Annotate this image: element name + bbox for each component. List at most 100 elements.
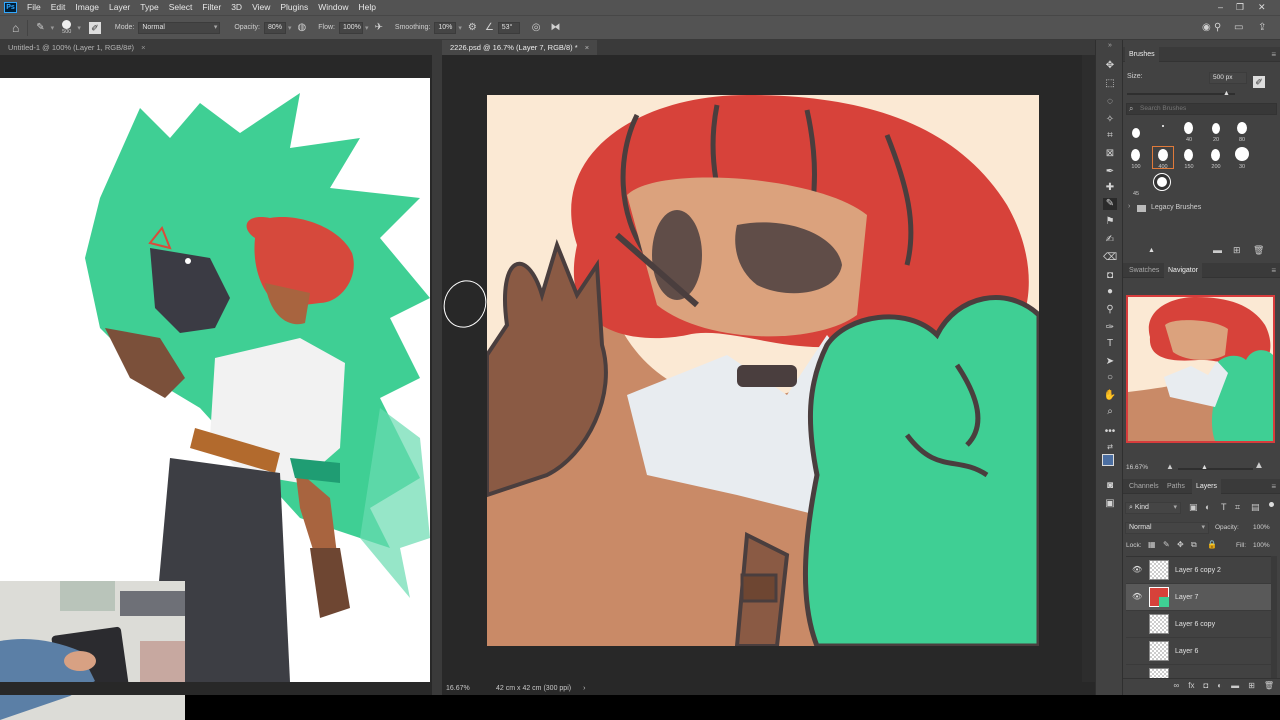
- lock-position-icon[interactable]: ✥: [1177, 540, 1184, 549]
- move-tool-icon[interactable]: ✥: [1103, 60, 1117, 72]
- swap-colors-icon[interactable]: ⇄: [1103, 442, 1117, 454]
- pressure-opacity-icon[interactable]: ◍: [298, 22, 307, 33]
- layer-row[interactable]: 👁 Layer 6 copy 2: [1126, 557, 1271, 584]
- zoom-readout[interactable]: 16.67%: [446, 682, 492, 695]
- ellipse-tool-icon[interactable]: ○: [1103, 372, 1117, 384]
- menu-file[interactable]: File: [22, 0, 46, 15]
- minimize-button[interactable]: –: [1218, 0, 1223, 15]
- clone-stamp-tool-icon[interactable]: ⚑: [1103, 216, 1117, 228]
- brush-tool-icon[interactable]: ✎: [1103, 198, 1117, 210]
- brush-search[interactable]: ⌕ Search Brushes: [1126, 103, 1277, 115]
- filter-adjustment-icon[interactable]: ◐: [1205, 502, 1210, 512]
- restore-button[interactable]: ❐: [1236, 0, 1244, 15]
- airbrush-icon[interactable]: ✈: [375, 22, 383, 33]
- zoom-tool-icon[interactable]: ⌕: [1103, 406, 1117, 418]
- menu-plugins[interactable]: Plugins: [275, 0, 313, 15]
- group-folder-icon[interactable]: ▬: [1231, 681, 1239, 690]
- healing-tool-icon[interactable]: ✚: [1103, 182, 1117, 194]
- panel-menu-icon[interactable]: ≡: [1271, 263, 1276, 278]
- link-layers-icon[interactable]: ∞: [1174, 681, 1180, 690]
- lock-transparency-icon[interactable]: ▦: [1148, 540, 1156, 549]
- lasso-tool-icon[interactable]: ◌: [1103, 96, 1117, 108]
- navigator-zoom-slider[interactable]: [1178, 468, 1253, 470]
- brush-tip[interactable]: [1235, 147, 1249, 161]
- new-brush-icon[interactable]: ✐: [1253, 76, 1265, 88]
- panel-menu-icon[interactable]: ≡: [1271, 47, 1276, 62]
- navigator-preview[interactable]: [1126, 295, 1275, 443]
- home-icon[interactable]: ⌂: [12, 21, 19, 35]
- eraser-tool-icon[interactable]: ⌫: [1103, 252, 1117, 264]
- trash-icon[interactable]: 🗑: [1253, 245, 1264, 256]
- brush-settings-panel-icon[interactable]: ✐: [88, 21, 101, 34]
- quick-mask-icon[interactable]: ◙: [1103, 480, 1117, 492]
- new-brush-icon[interactable]: ⊞: [1233, 245, 1241, 256]
- menu-layer[interactable]: Layer: [104, 0, 135, 15]
- filter-shape-icon[interactable]: ⌗: [1235, 502, 1240, 513]
- brush-tip-ring[interactable]: [1154, 174, 1170, 190]
- dodge-tool-icon[interactable]: ⚲: [1103, 304, 1117, 316]
- close-tab-icon[interactable]: ×: [585, 43, 589, 52]
- tab-brushes[interactable]: Brushes: [1125, 47, 1159, 62]
- filter-toggle-icon[interactable]: [1269, 502, 1274, 507]
- pressure-size-icon[interactable]: ◎: [532, 22, 541, 33]
- screen-mode-icon[interactable]: ▣: [1103, 498, 1117, 510]
- foreground-color-swatch[interactable]: [1102, 454, 1114, 466]
- filter-type-icon[interactable]: T: [1221, 502, 1227, 512]
- tab-channels[interactable]: Channels: [1125, 479, 1163, 494]
- filter-smart-object-icon[interactable]: ▤: [1251, 502, 1260, 513]
- angle-field[interactable]: 53°: [497, 21, 520, 34]
- frame-tool-icon[interactable]: ⊠: [1103, 148, 1117, 160]
- layer-row[interactable]: Layer 6 copy: [1126, 611, 1271, 638]
- history-brush-tool-icon[interactable]: ✍: [1103, 234, 1117, 246]
- gear-icon[interactable]: ⚙: [468, 22, 477, 33]
- menu-filter[interactable]: Filter: [197, 0, 226, 15]
- document-info[interactable]: 42 cm x 42 cm (300 ppi): [496, 682, 571, 695]
- status-menu-chevron[interactable]: ›: [583, 682, 585, 695]
- layer-row[interactable]: [1126, 665, 1271, 678]
- pen-tool-icon[interactable]: ✑: [1103, 322, 1117, 334]
- document-splitter[interactable]: [432, 40, 442, 695]
- brush-tip[interactable]: [1131, 149, 1140, 161]
- chevron-down-icon[interactable]: ▾: [77, 24, 81, 32]
- opacity-field[interactable]: 80%: [264, 21, 287, 34]
- share-icon[interactable]: ◉: [1202, 22, 1211, 33]
- share-export-icon[interactable]: ⇪: [1258, 22, 1266, 33]
- marquee-tool-icon[interactable]: ⬚: [1103, 78, 1117, 90]
- menu-help[interactable]: Help: [353, 0, 380, 15]
- brush-tip[interactable]: [1162, 125, 1164, 127]
- panel-menu-icon[interactable]: ≡: [1271, 479, 1276, 494]
- lock-pixels-icon[interactable]: ✎: [1163, 540, 1170, 549]
- layer-filter-select[interactable]: ⌕ Kind ▾: [1125, 502, 1181, 514]
- mode-select[interactable]: Normal ▾: [138, 21, 221, 34]
- layer-row[interactable]: Layer 6: [1126, 638, 1271, 665]
- lock-artboard-icon[interactable]: ⧉: [1191, 540, 1197, 550]
- navigator-zoom[interactable]: 16.67%: [1126, 464, 1148, 471]
- tab-layers[interactable]: Layers: [1192, 479, 1222, 494]
- smoothing-field[interactable]: 10%: [434, 21, 457, 34]
- menu-window[interactable]: Window: [313, 0, 353, 15]
- type-tool-icon[interactable]: T: [1103, 338, 1117, 350]
- crop-tool-icon[interactable]: ⌗: [1103, 130, 1117, 142]
- brush-preset-picker[interactable]: 500: [62, 20, 71, 35]
- tab-2226-psd[interactable]: 2226.psd @ 16.7% (Layer 7, RGB/8) * ×: [442, 40, 598, 55]
- lock-all-icon[interactable]: 🔒: [1207, 540, 1217, 549]
- layer-row-selected[interactable]: 👁 Layer 7: [1126, 584, 1271, 611]
- eye-icon[interactable]: 👁: [1132, 565, 1142, 574]
- layer-opacity-value[interactable]: 100%: [1253, 524, 1270, 531]
- brush-tip[interactable]: [1211, 149, 1220, 161]
- size-field[interactable]: 500 px: [1209, 72, 1247, 84]
- brush-tool-icon[interactable]: ✎: [36, 22, 44, 33]
- workspace-icon[interactable]: ▭: [1234, 22, 1243, 33]
- eye-icon[interactable]: 👁: [1132, 592, 1142, 601]
- menu-3d[interactable]: 3D: [226, 0, 247, 15]
- adjustment-layer-icon[interactable]: ◐: [1217, 681, 1222, 690]
- layer-mask-icon[interactable]: ◘: [1203, 681, 1208, 690]
- tab-swatches[interactable]: Swatches: [1125, 263, 1163, 278]
- tab-navigator[interactable]: Navigator: [1164, 263, 1202, 278]
- collapse-icon[interactable]: »: [1103, 40, 1117, 52]
- close-tab-icon[interactable]: ×: [141, 43, 145, 52]
- legacy-brushes-folder[interactable]: › Legacy Brushes: [1123, 202, 1280, 214]
- slider-thumb[interactable]: ▲: [1223, 90, 1230, 97]
- chevron-down-icon[interactable]: ▾: [51, 24, 55, 32]
- paint-bucket-tool-icon[interactable]: ◘: [1103, 270, 1117, 282]
